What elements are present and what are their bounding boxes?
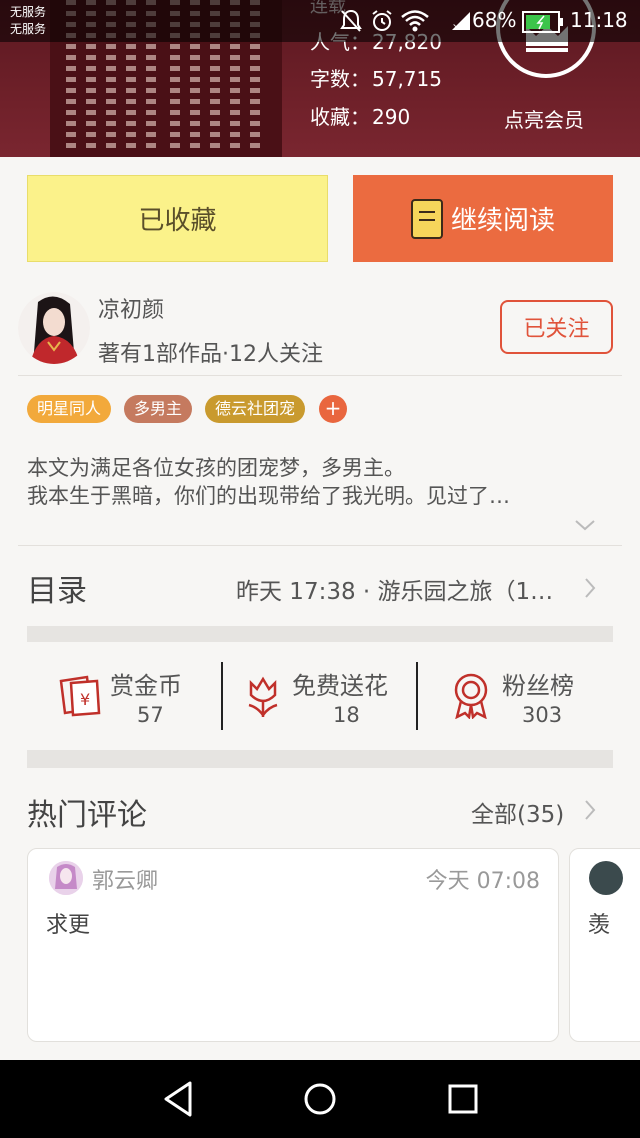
tag-deyunshe[interactable]: 德云社团宠: [205, 395, 306, 423]
carrier-sim1: 无服务: [10, 5, 47, 19]
reward-flowers-count: 18: [333, 703, 360, 727]
clock: 11:18: [570, 8, 628, 32]
battery-percent: 68%: [472, 8, 517, 32]
comment-text: 求更: [46, 913, 91, 938]
svg-text:×: ×: [452, 22, 460, 32]
reward-coins-title: 赏金币: [110, 672, 182, 700]
vip-label[interactable]: 点亮会员: [499, 104, 589, 133]
catalog-title[interactable]: 目录: [27, 566, 87, 610]
tag-multi-male-leads[interactable]: 多男主: [124, 395, 193, 423]
favorited-label: 已收藏: [138, 206, 217, 236]
comment-text: 羡: [588, 913, 611, 938]
author-meta: 著有1部作品·12人关注: [98, 342, 323, 367]
comment-card[interactable]: 郭云卿 今天 07:08 求更: [27, 848, 559, 1042]
wifi-icon: [401, 10, 429, 32]
author-name[interactable]: 凉初颜: [98, 292, 164, 324]
book-description[interactable]: 本文为满足各位女孩的团宠梦，多男主。 我本生于黑暗，你们的出现带给了我光明。见过…: [27, 454, 607, 510]
favorites-value: 290: [372, 105, 411, 129]
back-icon[interactable]: [160, 1080, 196, 1118]
divider: [416, 662, 418, 730]
mute-icon: [340, 9, 362, 32]
status-bar: 无服务 无服务 × 68% 11:18: [0, 0, 640, 42]
fan-ranking-title: 粉丝榜: [502, 672, 574, 700]
divider: [18, 545, 622, 546]
section-divider: [27, 750, 613, 768]
divider: [18, 375, 622, 376]
word-count-stat: 字数： 57,715: [310, 63, 442, 92]
chevron-right-icon[interactable]: [583, 799, 597, 821]
fan-ranking-count: 303: [522, 703, 563, 727]
comment-time: 今天 07:08: [425, 869, 540, 894]
commenter-avatar[interactable]: [49, 861, 83, 895]
book-icon: [410, 198, 443, 239]
author-avatar[interactable]: [18, 292, 90, 364]
follow-label: 已关注: [523, 317, 590, 342]
recent-apps-icon[interactable]: [445, 1080, 481, 1118]
favorites-stat: 收藏： 290: [310, 101, 410, 130]
red-envelope-icon: ¥: [59, 675, 101, 717]
carrier-sim2: 无服务: [10, 22, 47, 36]
latest-chapter[interactable]: 昨天 17:38 · 游乐园之旅（1…: [236, 572, 553, 606]
continue-reading-label: 继续阅读: [450, 206, 555, 236]
description-line: 本文为满足各位女孩的团宠梦，多男主。: [27, 456, 405, 480]
word-count-value: 57,715: [372, 67, 442, 91]
hot-comments-title: 热门评论: [27, 798, 147, 833]
section-divider: [27, 626, 613, 642]
commenter-name[interactable]: 郭云卿: [92, 863, 158, 895]
description-line: 我本生于黑暗，你们的出现带给了我光明。见过了…: [27, 484, 510, 508]
signal-icon: ×: [452, 12, 470, 32]
flower-icon: [248, 676, 278, 717]
continue-reading-button[interactable]: 继续阅读: [353, 175, 613, 262]
all-comments-link[interactable]: 全部(35): [471, 795, 564, 829]
svg-text:¥: ¥: [80, 690, 90, 709]
medal-icon: [454, 673, 488, 719]
battery-icon: [522, 11, 563, 33]
home-icon[interactable]: [302, 1080, 338, 1118]
chevron-down-icon[interactable]: [574, 518, 596, 532]
favorited-button[interactable]: 已收藏: [27, 175, 328, 262]
comment-card[interactable]: 羡: [569, 848, 640, 1042]
tag-star-fanfic[interactable]: 明星同人: [27, 395, 112, 423]
carrier-info: 无服务 无服务: [10, 4, 46, 38]
word-count-label: 字数：: [310, 67, 370, 91]
chevron-right-icon[interactable]: [583, 577, 597, 599]
system-nav-bar: [0, 1060, 640, 1138]
follow-button[interactable]: 已关注: [500, 300, 613, 354]
reward-flowers-title: 免费送花: [292, 672, 388, 700]
commenter-avatar[interactable]: [589, 861, 623, 895]
favorites-label: 收藏：: [310, 105, 370, 129]
add-tag-button[interactable]: +: [319, 395, 347, 423]
alarm-icon: [372, 10, 392, 31]
reward-coins-count: 57: [137, 703, 164, 727]
divider: [221, 662, 223, 730]
